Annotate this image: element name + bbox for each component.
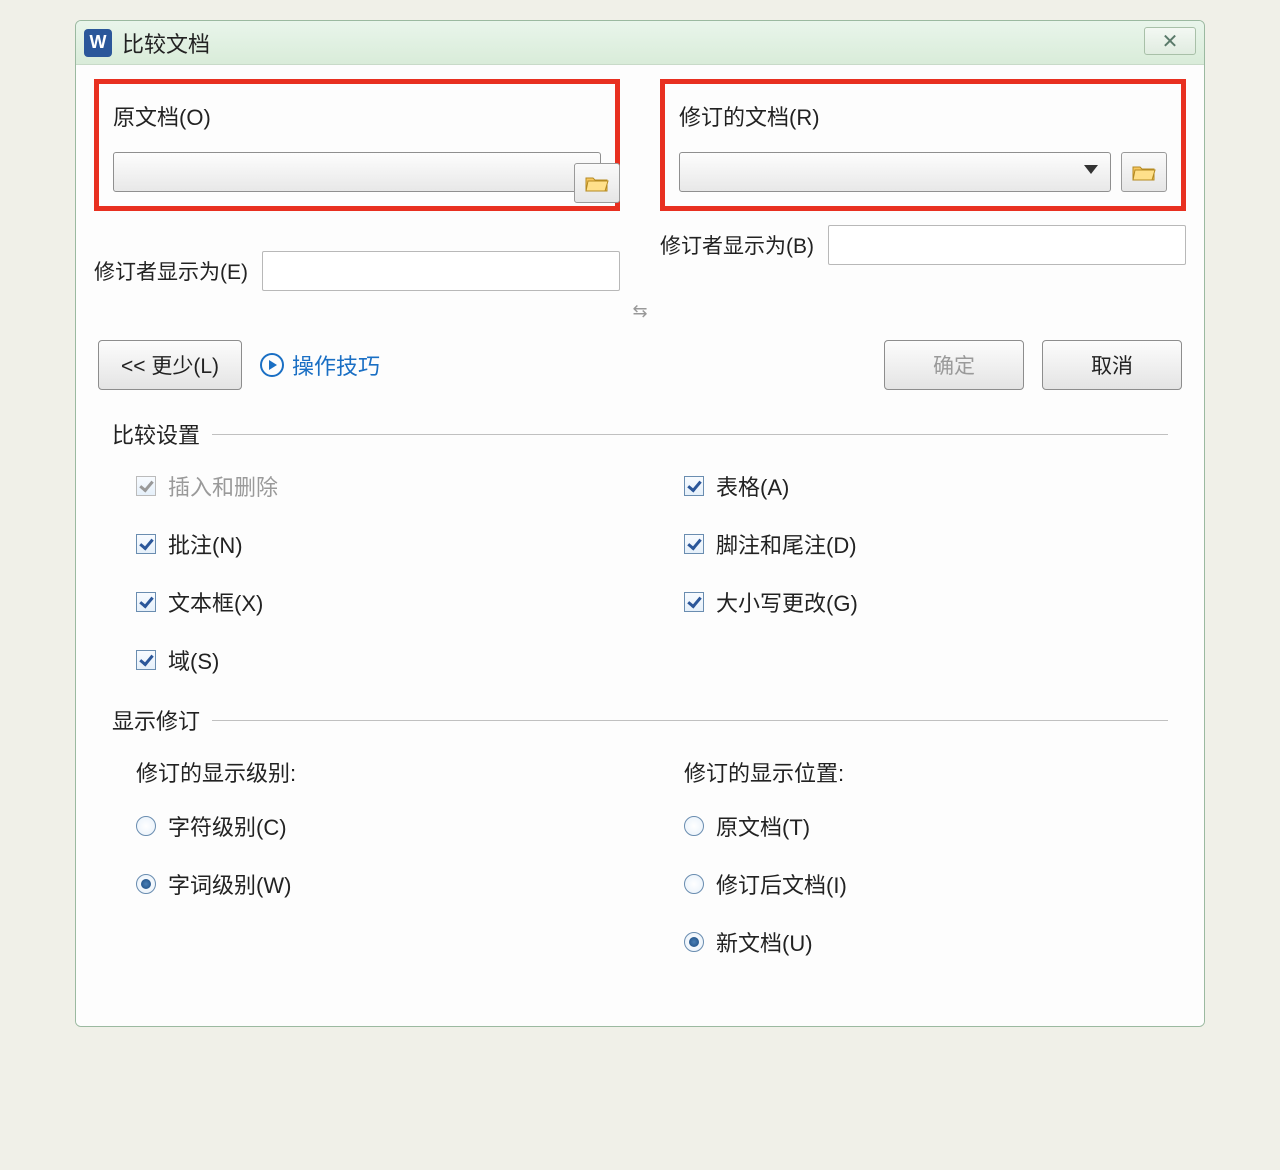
checkbox-icon: [136, 592, 156, 612]
original-doc-label: 原文档(O): [113, 100, 601, 132]
radio-char-level[interactable]: 字符级别(C): [136, 810, 620, 842]
revised-doc-label: 修订的文档(R): [679, 100, 1167, 132]
radio-revised-doc[interactable]: 修订后文档(I): [684, 868, 1168, 900]
checkbox-label: 大小写更改(G): [716, 586, 858, 618]
dialog-window: W 比较文档 ✕ 原文档(O): [75, 20, 1205, 1027]
checkbox-textboxes[interactable]: 文本框(X): [136, 586, 620, 618]
cancel-button[interactable]: 取消: [1042, 340, 1182, 390]
original-reviser-label: 修订者显示为(E): [94, 256, 248, 286]
radio-label: 字符级别(C): [168, 810, 287, 842]
radio-new-doc[interactable]: 新文档(U): [684, 926, 1168, 958]
radio-label: 字词级别(W): [168, 868, 291, 900]
checkbox-case-changes[interactable]: 大小写更改(G): [684, 586, 1168, 618]
revised-doc-combo[interactable]: [679, 152, 1111, 192]
folder-open-icon: [585, 174, 609, 192]
dialog-title: 比较文档: [122, 27, 210, 59]
chevron-down-icon: [1084, 165, 1098, 174]
radio-icon: [136, 874, 156, 894]
revised-browse-button[interactable]: [1121, 152, 1167, 192]
show-revisions-title: 显示修订: [112, 704, 200, 736]
ok-button[interactable]: 确定: [884, 340, 1024, 390]
checkbox-icon: [136, 650, 156, 670]
revised-reviser-label: 修订者显示为(B): [660, 230, 814, 260]
revision-location-label: 修订的显示位置:: [660, 756, 1168, 788]
checkbox-icon: [136, 476, 156, 496]
document-selection-row: 原文档(O): [94, 79, 1186, 291]
checkbox-icon: [684, 534, 704, 554]
checkbox-label: 批注(N): [168, 528, 243, 560]
checkbox-icon: [684, 476, 704, 496]
radio-label: 新文档(U): [716, 926, 813, 958]
divider: [212, 720, 1168, 721]
tips-link[interactable]: 操作技巧: [260, 349, 380, 381]
checkbox-tables[interactable]: 表格(A): [684, 470, 1168, 502]
swap-row: ⇆: [94, 301, 1186, 322]
radio-icon: [684, 932, 704, 952]
checkbox-insert-delete: 插入和删除: [136, 470, 620, 502]
dialog-body: 原文档(O): [76, 65, 1204, 1026]
radio-original-doc[interactable]: 原文档(T): [684, 810, 1168, 842]
checkbox-fields[interactable]: 域(S): [136, 644, 620, 676]
radio-word-level[interactable]: 字词级别(W): [136, 868, 620, 900]
checkbox-icon: [684, 592, 704, 612]
original-browse-button[interactable]: [574, 163, 620, 203]
radio-icon: [136, 816, 156, 836]
revised-reviser-row: 修订者显示为(B): [660, 225, 1186, 265]
checkbox-label: 表格(A): [716, 470, 789, 502]
titlebar: W 比较文档 ✕: [76, 21, 1204, 65]
original-reviser-input[interactable]: [262, 251, 620, 291]
swap-icon[interactable]: ⇆: [632, 301, 647, 321]
checkbox-icon: [136, 534, 156, 554]
radio-label: 修订后文档(I): [716, 868, 847, 900]
original-reviser-row: 修订者显示为(E): [94, 251, 620, 291]
revised-reviser-input[interactable]: [828, 225, 1186, 265]
folder-open-icon: [1132, 163, 1156, 181]
action-row: << 更少(L) 操作技巧 确定 取消: [94, 340, 1186, 390]
radio-label: 原文档(T): [716, 810, 810, 842]
revised-doc-frame: 修订的文档(R): [660, 79, 1186, 211]
less-button[interactable]: << 更少(L): [98, 340, 242, 390]
divider: [212, 434, 1168, 435]
show-revisions-group: 显示修订 修订的显示级别: 字符级别(C) 字词: [112, 704, 1168, 958]
compare-settings-group: 比较设置 插入和删除 批注(N): [112, 418, 1168, 676]
radio-icon: [684, 816, 704, 836]
checkbox-footnotes[interactable]: 脚注和尾注(D): [684, 528, 1168, 560]
original-doc-side: 原文档(O): [94, 79, 620, 291]
checkbox-label: 插入和删除: [168, 470, 278, 502]
compare-settings-title: 比较设置: [112, 418, 200, 450]
radio-icon: [684, 874, 704, 894]
checkbox-comments[interactable]: 批注(N): [136, 528, 620, 560]
revised-doc-side: 修订的文档(R) 修订者显示为(B): [660, 79, 1186, 291]
checkbox-label: 域(S): [168, 644, 219, 676]
tips-link-label: 操作技巧: [292, 349, 380, 381]
revision-level-label: 修订的显示级别:: [112, 756, 620, 788]
checkbox-label: 文本框(X): [168, 586, 263, 618]
play-circle-icon: [260, 353, 284, 377]
settings-block: 比较设置 插入和删除 批注(N): [94, 418, 1186, 958]
close-button[interactable]: ✕: [1144, 27, 1196, 55]
checkbox-label: 脚注和尾注(D): [716, 528, 857, 560]
app-icon: W: [84, 29, 112, 57]
